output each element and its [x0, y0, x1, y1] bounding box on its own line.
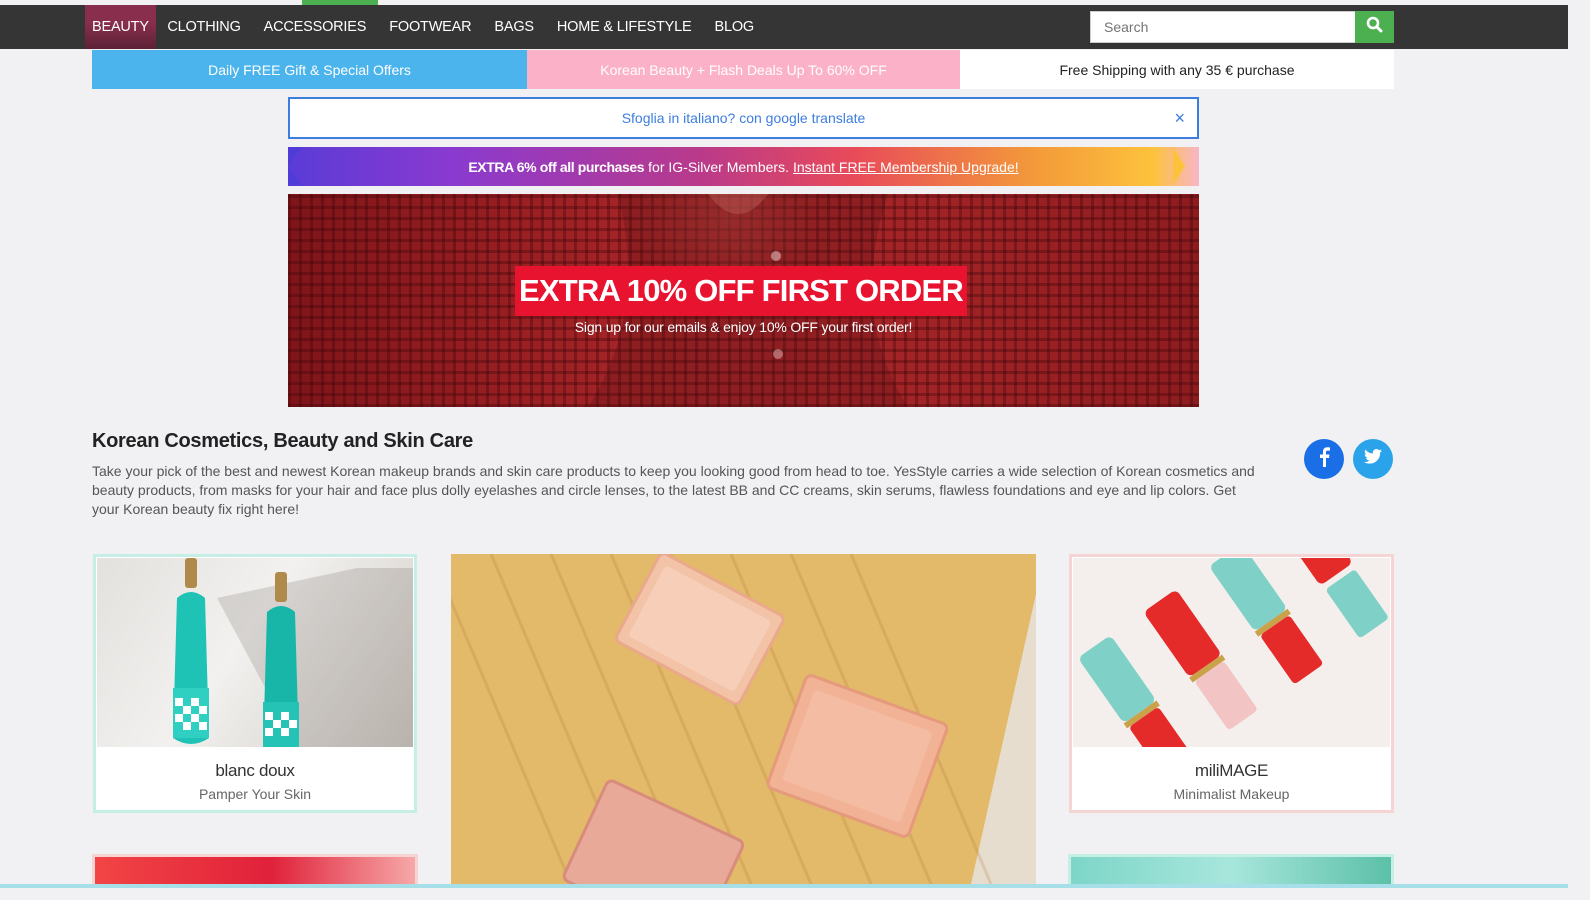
brand-tagline: Minimalist Makeup [1173, 786, 1290, 802]
promo-korean-beauty-deals[interactable]: Korean Beauty + Flash Deals Up To 60% OF… [527, 50, 960, 89]
search-input[interactable] [1091, 12, 1356, 42]
membership-banner[interactable]: EXTRA 6% off all purchases for IG-Silver… [288, 147, 1199, 186]
facebook-icon [1318, 446, 1330, 472]
page-title: Korean Cosmetics, Beauty and Skin Care [92, 430, 473, 452]
nav-item-home-lifestyle[interactable]: HOME & LIFESTYLE [545, 5, 703, 49]
blanc-doux-product-image [97, 558, 413, 747]
category-menu: BEAUTY CLOTHING ACCESSORIES FOOTWEAR BAG… [85, 5, 765, 49]
brand-name: blanc doux [215, 761, 295, 780]
hero-headline: EXTRA 10% OFF FIRST ORDER [515, 266, 967, 316]
bottom-divider [0, 884, 1568, 888]
brand-tagline: Pamper Your Skin [198, 786, 312, 802]
brand-tile-partial-right[interactable] [1068, 854, 1394, 884]
facebook-share-button[interactable] [1304, 439, 1344, 479]
page-description: Take your pick of the best and newest Ko… [92, 463, 1255, 517]
translate-bar: Sfoglia in italiano? con google translat… [288, 97, 1199, 139]
brand-tile-blanc-doux[interactable]: blanc doux Pamper Your Skin [93, 554, 417, 813]
promo-strip: Daily FREE Gift & Special Offers Korean … [92, 50, 1394, 89]
translate-link[interactable]: Sfoglia in italiano? con google translat… [622, 110, 866, 126]
search-box [1090, 11, 1356, 43]
nav-item-footwear[interactable]: FOOTWEAR [378, 5, 483, 49]
twitter-icon [1364, 449, 1382, 469]
nav-item-bags[interactable]: BAGS [483, 5, 546, 49]
nav-item-clothing[interactable]: CLOTHING [156, 5, 252, 49]
nav-item-accessories[interactable]: ACCESSORIES [252, 5, 378, 49]
hero-subtitle: Sign up for our emails & enjoy 10% OFF y… [574, 319, 913, 335]
promo-daily-gift[interactable]: Daily FREE Gift & Special Offers [92, 50, 527, 89]
milimage-product-image [1073, 558, 1390, 747]
banner-chevron-right [1173, 147, 1185, 185]
twitter-share-button[interactable] [1353, 439, 1393, 479]
partial-left-product-image [95, 857, 415, 884]
partial-right-product-image [1071, 857, 1391, 884]
hero-banner[interactable]: EXTRA 10% OFF FIRST ORDER Sign up for ou… [288, 194, 1199, 407]
promo-free-shipping[interactable]: Free Shipping with any 35 € purchase [960, 50, 1394, 89]
top-nav: BEAUTY CLOTHING ACCESSORIES FOOTWEAR BAG… [0, 0, 1568, 49]
brand-tile-partial-left[interactable] [92, 854, 418, 884]
brand-tile-milimage[interactable]: miliMAGE Minimalist Makeup [1069, 554, 1394, 813]
search-icon [1366, 16, 1383, 38]
search-button[interactable] [1355, 11, 1394, 43]
membership-offer: EXTRA 6% off all purchases [468, 158, 645, 175]
nav-item-beauty[interactable]: BEAUTY [85, 5, 156, 49]
membership-upgrade-link[interactable]: Instant FREE Membership Upgrade! [793, 159, 1019, 175]
featured-product-image[interactable] [451, 554, 1036, 884]
banner-chevron-left [288, 147, 302, 185]
membership-audience: for IG-Silver Members. [648, 158, 789, 175]
nav-item-blog[interactable]: BLOG [703, 5, 766, 49]
close-icon[interactable]: × [1174, 107, 1185, 129]
brand-name: miliMAGE [1194, 761, 1269, 780]
